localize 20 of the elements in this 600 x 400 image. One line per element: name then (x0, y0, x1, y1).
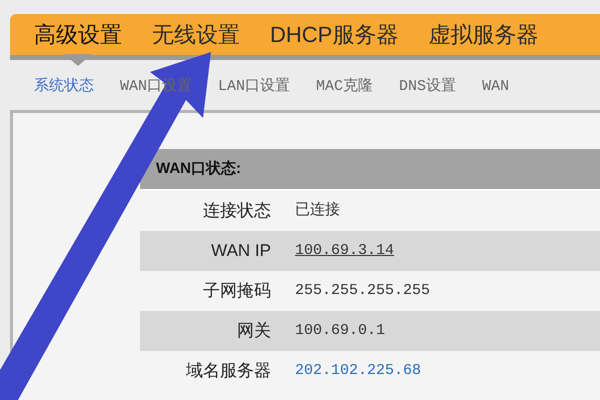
sub-tab[interactable]: WAN (482, 76, 510, 98)
field-label: 网关 (237, 320, 271, 342)
field-label: WAN IP (211, 240, 271, 262)
field-value: 202.102.225.68 (295, 360, 422, 381)
field-value: 255.255.255.255 (295, 280, 430, 301)
sub-tab[interactable]: DNS设置 (399, 76, 456, 98)
field-value: 100.69.0.1 (295, 320, 386, 341)
nav-tab[interactable]: 虚拟服务器 (428, 18, 538, 51)
nav-tab[interactable]: DHCP服务器 (270, 18, 398, 51)
sub-tab[interactable]: 系统状态 (34, 76, 94, 98)
field-value: 已连接 (295, 200, 340, 221)
section-title: WAN口状态: (156, 158, 241, 179)
field-label: 子网掩码 (203, 280, 271, 302)
field-label: 域名服务器 (186, 360, 271, 382)
field-label: 连接状态 (203, 200, 271, 222)
nav-tab[interactable]: 无线设置 (152, 18, 240, 51)
sub-tab[interactable]: LAN口设置 (218, 76, 290, 98)
nav-tab[interactable]: 高级设置 (34, 18, 122, 51)
field-value: 100.69.3.14 (295, 240, 394, 261)
sub-tab[interactable]: MAC克隆 (316, 76, 374, 98)
